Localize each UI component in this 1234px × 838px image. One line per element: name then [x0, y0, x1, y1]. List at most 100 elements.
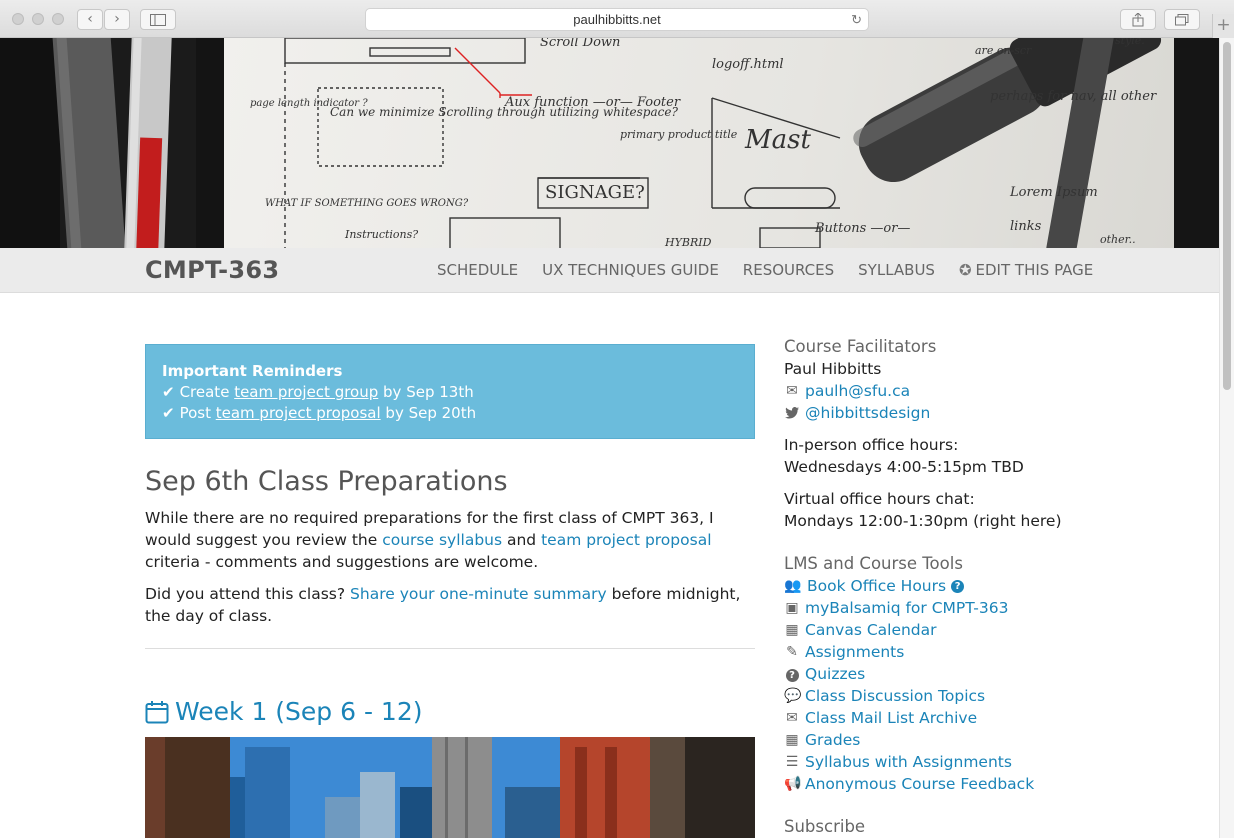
subscribe-heading: Subscribe: [784, 817, 866, 836]
twitter-icon: [785, 407, 799, 419]
week-heading[interactable]: Week 1 (Sep 6 - 12): [145, 697, 423, 726]
chevron-right-icon: ›: [114, 11, 120, 27]
hero-sketch-drawing: Scroll Down logoff.html page length indi…: [0, 38, 1219, 248]
tool-link[interactable]: Quizzes: [805, 663, 865, 685]
para-text: criteria - comments and suggestions are …: [145, 553, 539, 571]
page-scrollbar[interactable]: [1219, 38, 1234, 838]
virtual-value: Mondays 12:00-1:30pm (right here): [784, 512, 1062, 530]
city-photo: [145, 737, 755, 838]
para-text: Did you attend this class?: [145, 585, 351, 603]
tool-book-office-hours[interactable]: 👥 Book Office Hours ?: [784, 575, 1214, 597]
sketch-note-are-on-scr: are on-scr: [975, 44, 1032, 57]
site-brand[interactable]: CMPT-363: [145, 256, 279, 284]
share-button[interactable]: [1120, 9, 1156, 30]
facilitators-heading: Course Facilitators: [784, 337, 937, 356]
close-window-dot[interactable]: [12, 13, 24, 25]
alert-text: Post: [179, 404, 216, 422]
city-buildings-illustration: [145, 737, 755, 838]
tool-quizzes[interactable]: ? Quizzes: [784, 663, 1214, 685]
prep-paragraph: While there are no required preparations…: [145, 507, 757, 573]
bullhorn-icon: 📢: [784, 776, 802, 792]
tool-mybalsamiq[interactable]: ▣ myBalsamiq for CMPT-363: [784, 597, 1214, 619]
reload-icon[interactable]: ↻: [851, 9, 862, 30]
sketch-note-what-if: WHAT IF SOMETHING GOES WRONG?: [265, 198, 469, 209]
inperson-value: Wednesdays 4:00-5:15pm TBD: [784, 458, 1024, 476]
nav-link-edit-page[interactable]: ✪ EDIT THIS PAGE: [959, 261, 1093, 279]
calendar-icon: [145, 700, 169, 723]
nav-link-resources[interactable]: RESOURCES: [743, 261, 834, 279]
lms-heading: LMS and Course Tools: [784, 554, 963, 573]
sidebar-icon: [150, 14, 166, 26]
divider: [145, 648, 755, 649]
team-project-proposal-link[interactable]: team project proposal: [541, 531, 711, 549]
calendar-icon: ▦: [785, 622, 799, 638]
chevron-left-icon: ‹: [87, 11, 93, 27]
sketch-note-instructions: Instructions?: [344, 228, 418, 241]
alert-title: Important Reminders: [162, 362, 343, 380]
tool-link[interactable]: myBalsamiq for CMPT-363: [805, 597, 1008, 619]
pencil-icon: ✎: [786, 644, 798, 660]
team-project-group-link[interactable]: team project group: [234, 383, 378, 401]
tool-grades[interactable]: ▦ Grades: [784, 729, 1214, 751]
check-icon: ✔: [162, 383, 175, 401]
sketch-note-style: style.: [1115, 38, 1145, 47]
tool-link[interactable]: Class Mail List Archive: [805, 707, 977, 729]
tool-syllabus-assignments[interactable]: ☰ Syllabus with Assignments: [784, 751, 1214, 773]
alert-text: Create: [179, 383, 235, 401]
alert-item: ✔ Post team project proposal by Sep 20th: [162, 403, 738, 424]
scrollbar-thumb[interactable]: [1223, 42, 1231, 390]
tool-link[interactable]: Grades: [805, 729, 860, 751]
url-text: paulhibbitts.net: [573, 12, 661, 27]
hero-image: Scroll Down logoff.html page length indi…: [0, 38, 1219, 248]
tool-mail-archive[interactable]: ✉ Class Mail List Archive: [784, 707, 1214, 729]
list-icon: ☰: [785, 754, 799, 770]
alert-text: by Sep 20th: [380, 404, 477, 422]
email-link[interactable]: paulh@sfu.ca: [805, 380, 910, 402]
comments-icon: 💬: [784, 688, 802, 704]
tool-link[interactable]: Class Discussion Topics: [805, 685, 985, 707]
tool-link[interactable]: Canvas Calendar: [805, 619, 937, 641]
nav-link-schedule[interactable]: SCHEDULE: [437, 261, 518, 279]
nav-link-syllabus[interactable]: SYLLABUS: [858, 261, 935, 279]
tabs-icon: [1175, 14, 1189, 26]
sketch-note-other: other..: [1100, 233, 1136, 246]
para-text: and: [502, 531, 542, 549]
forward-button[interactable]: ›: [104, 9, 130, 30]
course-syllabus-link[interactable]: course syllabus: [382, 531, 502, 549]
site-navbar: CMPT-363 SCHEDULE UX TECHNIQUES GUIDE RE…: [0, 248, 1219, 293]
sketch-note-lorem: Lorem Ipsum: [1009, 185, 1098, 200]
question-circle-icon[interactable]: ?: [951, 579, 965, 593]
twitter-link[interactable]: @hibbittsdesign: [805, 402, 930, 424]
tool-link[interactable]: Anonymous Course Feedback: [805, 773, 1034, 795]
inperson-label: In-person office hours:: [784, 436, 959, 454]
sketch-note-links: links: [1010, 219, 1042, 234]
tool-assignments[interactable]: ✎ Assignments: [784, 641, 1214, 663]
zoom-window-dot[interactable]: [52, 13, 64, 25]
email-row: ✉ paulh@sfu.ca: [784, 380, 1214, 402]
sketch-note-logoff: logoff.html: [712, 57, 784, 72]
alert-text: by Sep 13th: [378, 383, 474, 401]
tool-discussion-topics[interactable]: 💬 Class Discussion Topics: [784, 685, 1214, 707]
tool-link[interactable]: Assignments: [805, 641, 904, 663]
share-summary-link[interactable]: Share your one-minute summary: [350, 585, 607, 603]
edit-page-label: EDIT THIS PAGE: [975, 261, 1094, 279]
users-icon: 👥: [784, 578, 802, 594]
minimize-window-dot[interactable]: [32, 13, 44, 25]
team-project-proposal-link[interactable]: team project proposal: [216, 404, 381, 422]
sketch-note-buttons: Buttons —or—: [814, 221, 910, 236]
address-bar[interactable]: paulhibbitts.net ↻: [365, 8, 869, 31]
alert-item: ✔ Create team project group by Sep 13th: [162, 382, 738, 403]
nav-link-ux-techniques[interactable]: UX TECHNIQUES GUIDE: [542, 261, 719, 279]
back-button[interactable]: ‹: [77, 9, 103, 30]
new-tab-button[interactable]: +: [1212, 14, 1234, 38]
tool-anonymous-feedback[interactable]: 📢 Anonymous Course Feedback: [784, 773, 1214, 795]
envelope-icon: ✉: [786, 710, 798, 726]
sketch-note-mast: Mast: [744, 125, 811, 155]
tabs-overview-button[interactable]: [1164, 9, 1200, 30]
reminders-alert: Important Reminders ✔ Create team project…: [145, 344, 755, 439]
tool-link[interactable]: Book Office Hours: [807, 575, 946, 597]
tool-link[interactable]: Syllabus with Assignments: [805, 751, 1012, 773]
sidebar-toggle-button[interactable]: [140, 9, 176, 30]
sketch-note-perhaps: perhaps for nav, all other: [990, 89, 1157, 104]
tool-canvas-calendar[interactable]: ▦ Canvas Calendar: [784, 619, 1214, 641]
